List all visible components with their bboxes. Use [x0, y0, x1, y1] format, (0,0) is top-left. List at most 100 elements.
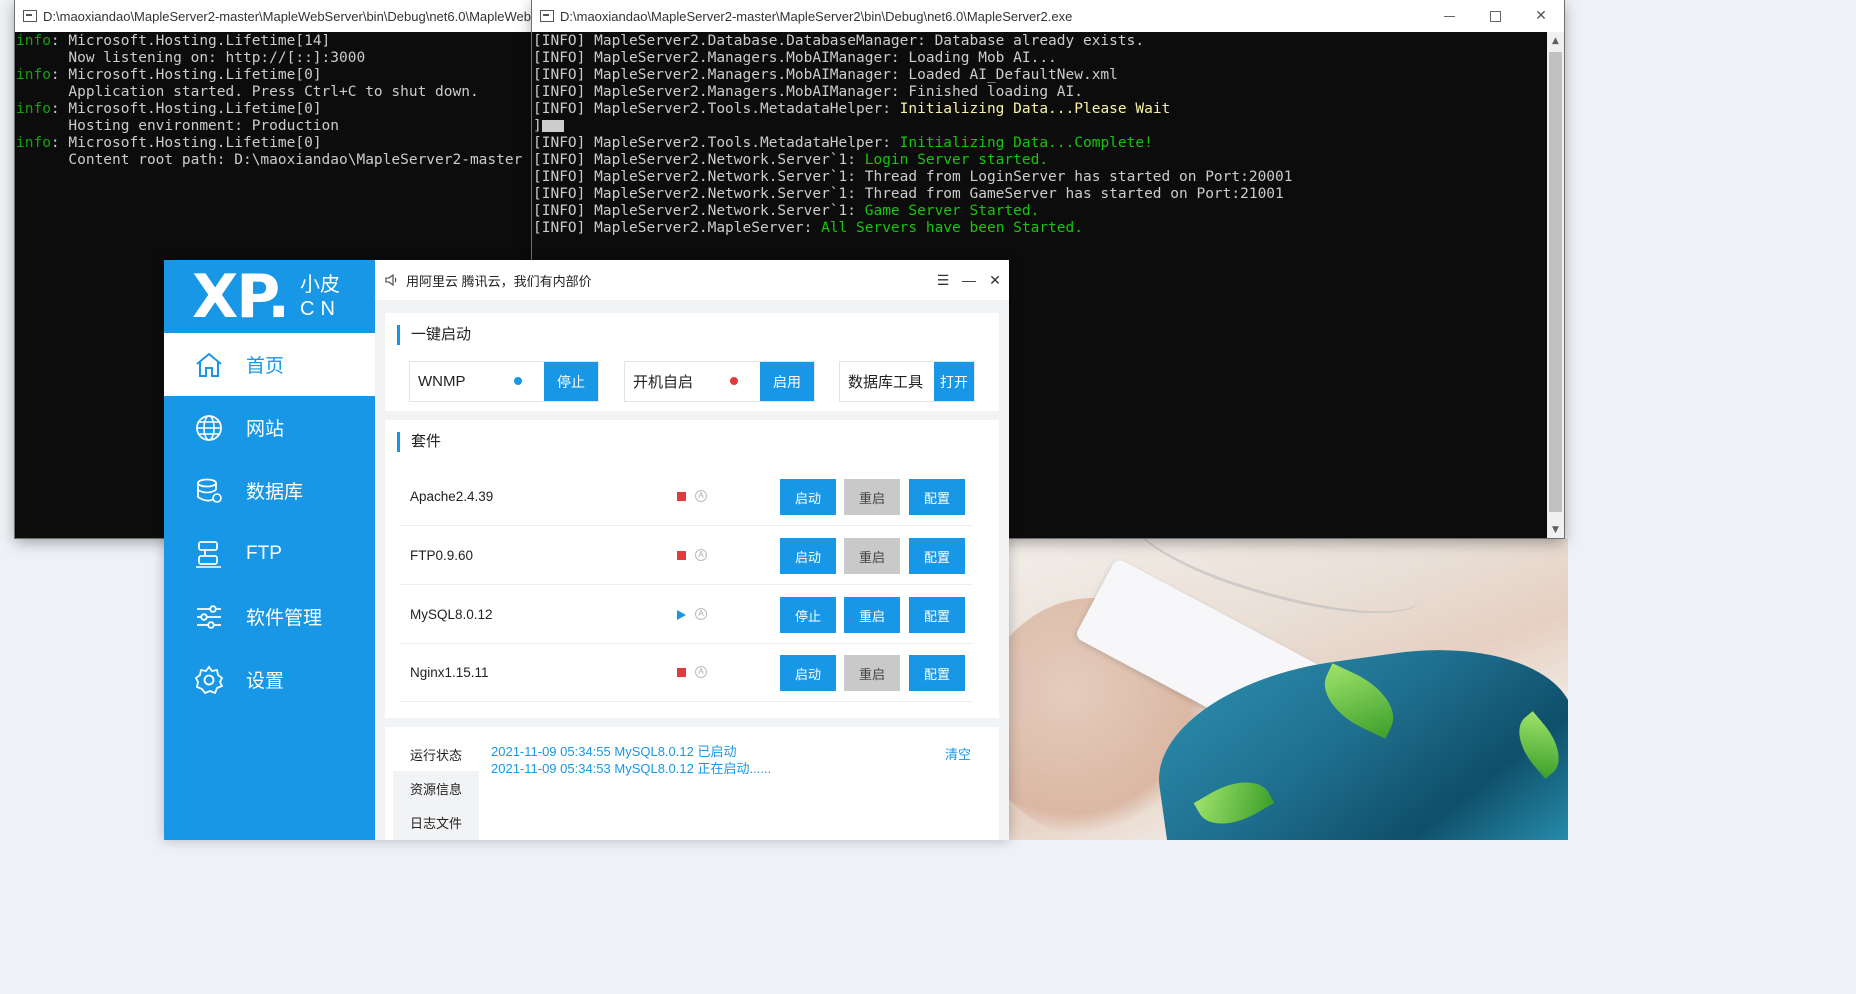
service-config-button[interactable]: 配置: [909, 538, 965, 574]
console-line: [INFO] MapleServer2.Managers.MobAIManage…: [533, 50, 1564, 67]
console-line: [INFO] MapleServer2.Managers.MobAIManage…: [533, 67, 1564, 84]
scroll-down-icon[interactable]: ▼: [1547, 521, 1564, 538]
console-scrollbar[interactable]: ▲ ▼: [1547, 32, 1564, 538]
sidebar-item-label: 网站: [246, 419, 285, 440]
service-config-button[interactable]: 配置: [909, 655, 965, 691]
clear-log-button[interactable]: 清空: [945, 744, 971, 763]
console-text: [INFO] MapleServer2.MapleServer:: [533, 220, 822, 236]
service-restart-button[interactable]: 重启: [844, 479, 900, 515]
service-restart-button[interactable]: 重启: [844, 597, 900, 633]
console-highlight-text: Initializing Data...Please Wait: [899, 101, 1171, 117]
console-text: ]: [533, 118, 542, 134]
console-text: : Microsoft.Hosting.Lifetime[14]: [50, 33, 331, 49]
main-area: 用阿里云 腾讯云，我们有内部价 ☰ — ✕ 一键启动 WNMP 停止 开机自启: [375, 260, 1009, 840]
db-tool-label: 数据库工具: [848, 374, 924, 391]
maple-console-output: [INFO] MapleServer2.Database.DatabaseMan…: [532, 32, 1564, 237]
console-line: info: Microsoft.Hosting.Lifetime[0]: [16, 135, 545, 152]
service-start-stop-button[interactable]: 启动: [780, 479, 836, 515]
console-line: [INFO] MapleServer2.Network.Server`1: Lo…: [533, 152, 1564, 169]
service-start-stop-button[interactable]: 停止: [780, 597, 836, 633]
auto-start-icon[interactable]: A: [695, 549, 707, 561]
sidebar-item-4[interactable]: 软件管理: [164, 585, 375, 648]
service-name: FTP0.9.60: [410, 548, 474, 563]
autostart-enable-button[interactable]: 启用: [760, 362, 814, 401]
console-text: [INFO] MapleServer2.Managers.MobAIManage…: [533, 50, 1057, 66]
autostart-label: 开机自启: [633, 374, 694, 391]
console-line: [INFO] MapleServer2.Network.Server`1: Ga…: [533, 203, 1564, 220]
sliders-icon: [194, 602, 224, 632]
console-app-icon: [23, 10, 37, 22]
console-text: : Microsoft.Hosting.Lifetime[0]: [50, 67, 322, 83]
running-icon: [677, 610, 686, 620]
maximize-button[interactable]: [1472, 0, 1518, 32]
sidebar-item-label: 数据库: [246, 482, 304, 503]
service-config-button[interactable]: 配置: [909, 479, 965, 515]
console-line: Application started. Press Ctrl+C to shu…: [16, 84, 545, 101]
auto-start-icon[interactable]: A: [695, 666, 707, 678]
scrollbar-thumb[interactable]: [1549, 52, 1562, 512]
logo-text: XP.: [192, 261, 290, 332]
sidebar-item-3[interactable]: FTP: [164, 522, 375, 585]
log-tab[interactable]: 日志文件: [393, 805, 479, 839]
log-line: 2021-11-09 05:34:55 MySQL8.0.12 已启动: [491, 744, 737, 759]
wnmp-control: WNMP 停止: [409, 361, 599, 402]
console-highlight-text: All Servers have been Started.: [821, 220, 1083, 236]
service-row: FTP0.9.60 A 启动 重启 配置: [399, 527, 973, 585]
console-line: Content root path: D:\maoxiandao\MapleSe…: [16, 152, 545, 169]
console-text: : Microsoft.Hosting.Lifetime[0]: [50, 101, 322, 117]
console-highlight-text: Game Server Started.: [864, 203, 1040, 219]
stopped-icon: [677, 492, 686, 501]
close-button[interactable]: ✕: [1518, 0, 1564, 32]
close-icon[interactable]: ✕: [989, 272, 1001, 288]
speaker-icon: [385, 273, 397, 287]
xp-logo: XP. 小皮 CN: [164, 260, 375, 333]
service-name: Nginx1.15.11: [410, 665, 489, 680]
console-line: Now listening on: http://[::]:3000: [16, 50, 545, 67]
auto-start-icon[interactable]: A: [695, 490, 707, 502]
ad-banner-text[interactable]: 用阿里云 腾讯云，我们有内部价: [406, 271, 592, 290]
sidebar-item-2[interactable]: 数据库: [164, 459, 375, 522]
gear-icon: [194, 665, 224, 695]
minimize-icon: [1443, 15, 1455, 17]
sidebar-item-1[interactable]: 网站: [164, 396, 375, 459]
service-row: Apache2.4.39 A 启动 重启 配置: [399, 468, 973, 526]
log-level: info: [16, 135, 51, 151]
web-console-titlebar[interactable]: D:\maoxiandao\MapleServer2-master\MapleW…: [15, 0, 545, 32]
console-text: : Microsoft.Hosting.Lifetime[0]: [50, 135, 322, 151]
db-tool-control: 数据库工具 打开: [839, 361, 975, 402]
logo-domain: CN: [300, 297, 341, 320]
menu-icon[interactable]: ☰: [937, 272, 950, 288]
db-tool-open-button[interactable]: 打开: [934, 362, 974, 401]
database-icon: [194, 476, 224, 506]
console-text: Hosting environment: Production: [16, 118, 340, 134]
console-line: [INFO] MapleServer2.Managers.MobAIManage…: [533, 84, 1564, 101]
console-text: [INFO] MapleServer2.Network.Server`1:: [533, 203, 865, 219]
auto-start-icon[interactable]: A: [695, 608, 707, 620]
scroll-up-icon[interactable]: ▲: [1547, 32, 1564, 49]
xp-panel-window: XP. 小皮 CN 首页网站数据库 FTP 软件管理 设置 用阿里云 腾讯云，我们有内…: [164, 260, 1009, 840]
console-cursor: [541, 120, 564, 132]
top-bar: 用阿里云 腾讯云，我们有内部价 ☰ — ✕: [375, 260, 1009, 300]
service-config-button[interactable]: 配置: [909, 597, 965, 633]
console-text: [INFO] MapleServer2.Database.DatabaseMan…: [533, 33, 1145, 49]
service-start-stop-button[interactable]: 启动: [780, 538, 836, 574]
console-text: [INFO] MapleServer2.Tools.MetadataHelper…: [533, 101, 900, 117]
minimize-icon[interactable]: —: [962, 272, 976, 288]
minimize-button[interactable]: [1426, 0, 1472, 32]
sidebar-item-0[interactable]: 首页: [164, 333, 375, 396]
log-tab[interactable]: 资源信息: [393, 771, 479, 805]
globe-icon: [194, 413, 224, 443]
service-restart-button[interactable]: 重启: [844, 538, 900, 574]
console-text: Application started. Press Ctrl+C to shu…: [16, 84, 479, 100]
log-level: info: [16, 101, 51, 117]
wnmp-stop-button[interactable]: 停止: [544, 362, 598, 401]
sidebar-item-5[interactable]: 设置: [164, 648, 375, 711]
log-tab[interactable]: 运行状态: [393, 737, 479, 771]
log-tab-list: 运行状态 资源信息 日志文件: [393, 737, 479, 840]
console-line: info: Microsoft.Hosting.Lifetime[14]: [16, 33, 545, 50]
ftp-icon: [194, 539, 224, 569]
console-highlight-text: Login Server started.: [864, 152, 1049, 168]
service-restart-button[interactable]: 重启: [844, 655, 900, 691]
service-start-stop-button[interactable]: 启动: [780, 655, 836, 691]
maple-console-titlebar[interactable]: D:\maoxiandao\MapleServer2-master\MapleS…: [532, 0, 1564, 32]
